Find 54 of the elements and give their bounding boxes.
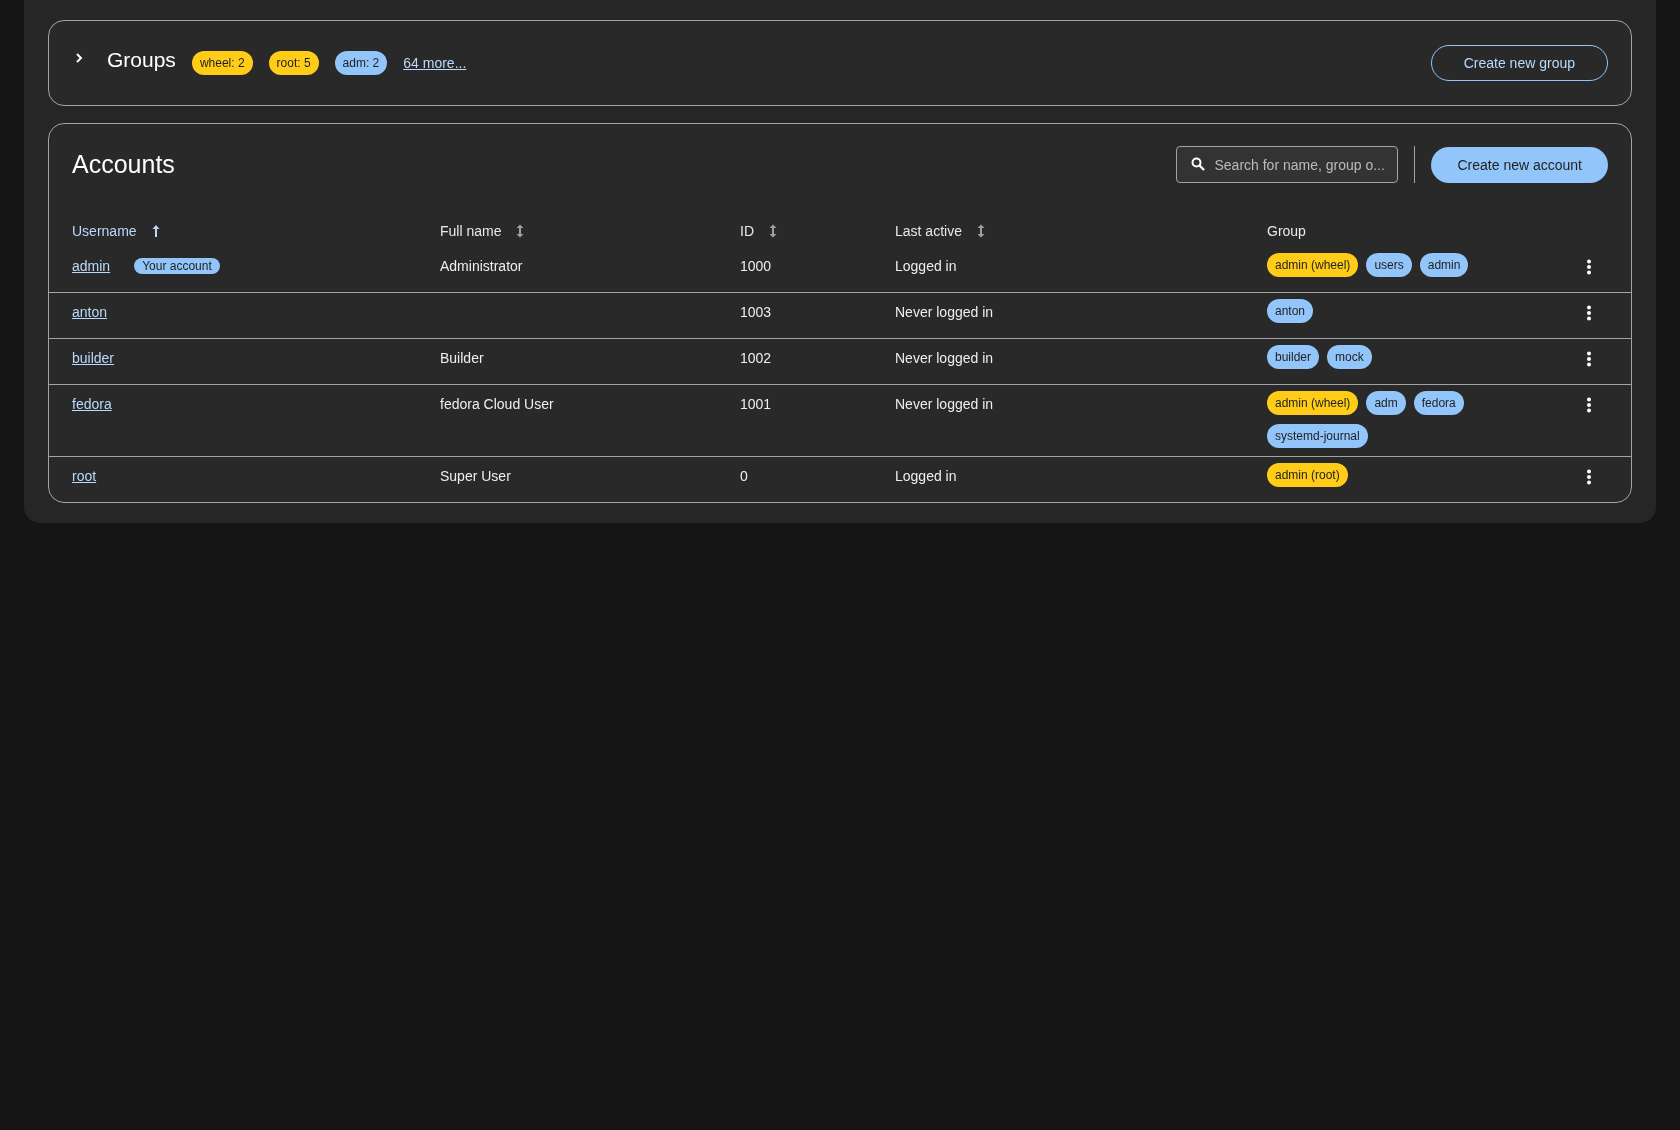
group-tag: admin (root) [1267,463,1348,487]
last-active-cell: Never logged in [895,304,994,320]
group-tag: fedora [1413,391,1464,415]
id-cell: 1000 [740,258,772,274]
column-header[interactable]: Full name [440,223,502,239]
group-tag: admin [1419,253,1469,277]
username-link[interactable]: anton [72,304,108,320]
group-tag: adm [1366,391,1406,415]
sort-icon[interactable] [975,224,986,238]
kebab-menu-icon[interactable] [1586,351,1592,367]
kebab-menu-icon[interactable] [1586,397,1592,413]
column-header: Group [1267,223,1306,239]
group-count-tag: wheel: 2 [191,51,253,75]
column-header[interactable]: Username [72,223,137,239]
group-tag: mock [1327,345,1372,369]
group-tag: builder [1267,345,1320,369]
id-cell: 1002 [740,350,772,366]
full-name-cell: Super User [440,468,511,484]
full-name-cell: Administrator [440,258,523,274]
username-link[interactable]: admin [72,258,111,274]
full-name-cell: fedora Cloud User [440,396,554,412]
your-account-tag: Your account [134,258,220,274]
groups-title: Groups [107,48,176,72]
username-link[interactable]: fedora [72,396,112,412]
sort-ascending-icon[interactable] [150,224,161,238]
username-link[interactable]: root [72,468,97,484]
kebab-menu-icon[interactable] [1586,305,1592,321]
id-cell: 1001 [740,396,772,412]
kebab-menu-icon[interactable] [1586,259,1592,275]
group-tag: anton [1267,299,1314,323]
last-active-cell: Never logged in [895,350,994,366]
group-tag: admin (wheel) [1267,253,1359,277]
group-tag: systemd-journal [1267,424,1368,448]
more-groups-link[interactable]: 64 more... [403,55,467,71]
accounts-title: Accounts [72,150,175,179]
column-header[interactable]: ID [740,223,754,239]
id-cell: 0 [740,468,748,484]
last-active-cell: Never logged in [895,396,994,412]
chevron-right-icon[interactable] [73,52,85,64]
group-tag: users [1366,253,1412,277]
username-link[interactable]: builder [72,350,115,366]
full-name-cell: Builder [440,350,484,366]
column-header[interactable]: Last active [895,223,962,239]
sort-icon[interactable] [768,224,778,238]
id-cell: 1003 [740,304,772,320]
last-active-cell: Logged in [895,468,957,484]
last-active-cell: Logged in [895,258,957,274]
group-count-tag: root: 5 [268,51,319,75]
search-field[interactable]: Search for name, group o... [1176,146,1399,183]
kebab-menu-icon[interactable] [1586,469,1592,485]
group-tag: admin (wheel) [1267,391,1359,415]
group-count-tag: adm: 2 [334,51,388,75]
sort-icon[interactable] [515,224,526,238]
create-account-button[interactable]: Create new account [1431,146,1608,183]
